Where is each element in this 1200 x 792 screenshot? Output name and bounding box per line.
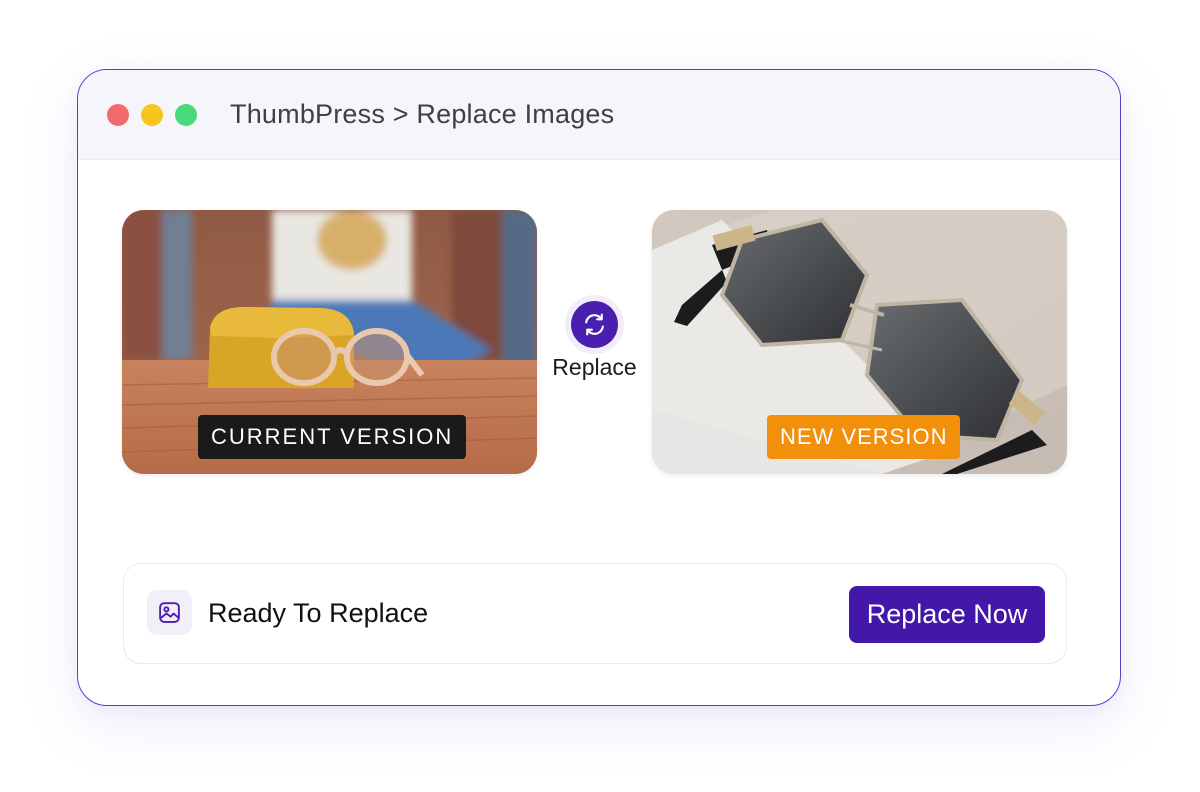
image-icon [147,590,192,635]
status-text: Ready To Replace [208,598,429,628]
status-panel: Ready To Replace Replace Now [123,563,1067,664]
close-window-button[interactable] [107,104,129,126]
new-image-card: NEW VERSION [652,210,1067,474]
new-version-badge: NEW VERSION [767,415,961,459]
replace-now-button[interactable]: Replace Now [849,586,1045,643]
app-window: ThumbPress > Replace Images CURRENT VERS… [77,69,1121,706]
maximize-window-button[interactable] [175,104,197,126]
window-title: ThumbPress > Replace Images [230,99,615,129]
replace-label: Replace [552,354,637,380]
current-image-card: CURRENT VERSION [122,210,537,474]
refresh-icon [585,313,604,336]
current-version-badge: CURRENT VERSION [198,415,467,459]
title-bar: ThumbPress > Replace Images [78,70,1120,160]
minimize-window-button[interactable] [141,104,163,126]
replace-swap-button[interactable] [571,301,618,348]
